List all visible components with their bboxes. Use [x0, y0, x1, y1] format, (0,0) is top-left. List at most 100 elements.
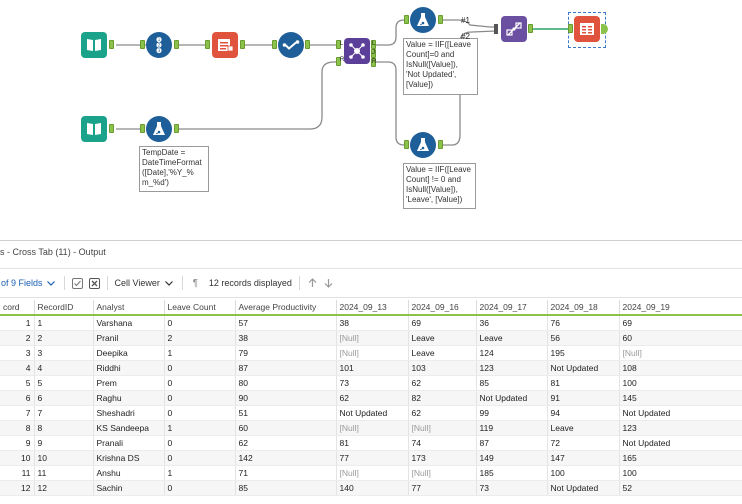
table-cell[interactable]: Raghu: [93, 390, 165, 406]
column-header[interactable]: 2024_09_17: [476, 300, 548, 316]
table-cell[interactable]: 85: [235, 480, 337, 496]
table-cell[interactable]: 108: [619, 360, 742, 376]
table-cell[interactable]: 87: [235, 360, 337, 376]
table-cell[interactable]: 77: [336, 450, 409, 466]
record-number-cell[interactable]: 2: [0, 330, 35, 346]
table-cell[interactable]: Sheshadri: [93, 405, 165, 421]
input-anchor[interactable]: [205, 40, 210, 49]
table-cell[interactable]: 140: [336, 480, 409, 496]
table-cell[interactable]: 1: [34, 315, 94, 331]
table-cell[interactable]: 100: [619, 375, 742, 391]
input-anchor[interactable]: [404, 140, 409, 149]
table-cell[interactable]: 72: [547, 435, 620, 451]
output-anchor[interactable]: [109, 124, 114, 133]
column-header[interactable]: 2024_09_16: [408, 300, 477, 316]
table-row[interactable]: 2 2 Pranil 2 38 [Null] Leave Leave 56 60: [0, 330, 742, 346]
table-cell[interactable]: Prem: [93, 375, 165, 391]
table-cell[interactable]: 124: [476, 345, 548, 361]
output-anchor[interactable]: [528, 24, 533, 33]
table-cell[interactable]: 195: [547, 345, 620, 361]
output-anchor[interactable]: [305, 40, 310, 49]
record-number-cell[interactable]: 11: [0, 465, 35, 481]
checkbox-edit-icon[interactable]: [71, 277, 83, 289]
table-cell[interactable]: [Null]: [619, 345, 742, 361]
table-cell[interactable]: 145: [619, 390, 742, 406]
chevron-down-icon[interactable]: [46, 278, 57, 289]
table-cell[interactable]: 79: [235, 345, 337, 361]
table-cell[interactable]: 94: [547, 405, 620, 421]
table-cell[interactable]: [Null]: [408, 465, 477, 481]
output-anchor[interactable]: [174, 40, 179, 49]
table-cell[interactable]: 62: [336, 390, 409, 406]
table-cell[interactable]: Varshana: [93, 315, 165, 331]
table-cell[interactable]: 69: [619, 315, 742, 331]
table-cell[interactable]: 73: [336, 375, 409, 391]
table-cell[interactable]: 149: [476, 450, 548, 466]
table-cell[interactable]: Leave: [547, 420, 620, 436]
table-cell[interactable]: Anshu: [93, 465, 165, 481]
record-id-tool[interactable]: 1 2 3: [146, 32, 172, 58]
table-cell[interactable]: 100: [619, 465, 742, 481]
table-cell[interactable]: Not Updated: [619, 405, 742, 421]
input-anchor[interactable]: [140, 40, 145, 49]
column-header[interactable]: 2024_09_18: [547, 300, 620, 316]
table-cell[interactable]: 0: [164, 375, 236, 391]
table-cell[interactable]: 0: [164, 435, 236, 451]
table-cell[interactable]: Riddhi: [93, 360, 165, 376]
table-cell[interactable]: 10: [34, 450, 94, 466]
formula-tool-not-updated[interactable]: [410, 7, 436, 33]
table-cell[interactable]: 12: [34, 480, 94, 496]
column-header[interactable]: Analyst: [93, 300, 165, 316]
record-number-cell[interactable]: 6: [0, 390, 35, 406]
column-header[interactable]: 2024_09_19: [619, 300, 742, 316]
input-anchor[interactable]: [404, 15, 409, 24]
input-anchor[interactable]: [140, 124, 145, 133]
table-cell[interactable]: [Null]: [336, 330, 409, 346]
table-cell[interactable]: KS Sandeepa: [93, 420, 165, 436]
table-cell[interactable]: 0: [164, 450, 236, 466]
table-cell[interactable]: 123: [619, 420, 742, 436]
table-cell[interactable]: 62: [408, 405, 477, 421]
record-number-cell[interactable]: 5: [0, 375, 35, 391]
table-cell[interactable]: 80: [235, 375, 337, 391]
cross-tab-tool[interactable]: [501, 16, 527, 42]
table-cell[interactable]: 119: [476, 420, 548, 436]
table-cell[interactable]: 57: [235, 315, 337, 331]
table-cell[interactable]: 52: [619, 480, 742, 496]
table-cell[interactable]: 0: [164, 405, 236, 421]
table-row[interactable]: 4 4 Riddhi 0 87 101 103 123 Not Updated 108: [0, 360, 742, 376]
table-cell[interactable]: 1: [164, 420, 236, 436]
table-row[interactable]: 3 3 Deepika 1 79 [Null] Leave 124 195 [Null]: [0, 345, 742, 361]
table-cell[interactable]: 77: [408, 480, 477, 496]
chevron-down-icon[interactable]: [164, 278, 175, 289]
record-number-cell[interactable]: 4: [0, 360, 35, 376]
table-cell[interactable]: Pranali: [93, 435, 165, 451]
table-cell[interactable]: 165: [619, 450, 742, 466]
table-cell[interactable]: 173: [408, 450, 477, 466]
table-cell[interactable]: 11: [34, 465, 94, 481]
record-number-cell[interactable]: 10: [0, 450, 35, 466]
record-number-cell[interactable]: 7: [0, 405, 35, 421]
table-cell[interactable]: 74: [408, 435, 477, 451]
table-cell[interactable]: Deepika: [93, 345, 165, 361]
record-number-cell[interactable]: 1: [0, 315, 35, 331]
column-header[interactable]: Average Productivity: [235, 300, 337, 316]
table-cell[interactable]: Leave: [408, 345, 477, 361]
results-grid[interactable]: cord RecordID Analyst Leave Count Average Pr…: [0, 300, 742, 504]
table-cell[interactable]: 71: [235, 465, 337, 481]
table-cell[interactable]: 103: [408, 360, 477, 376]
table-row[interactable]: 6 6 Raghu 0 90 62 82 Not Updated 91 145: [0, 390, 742, 406]
table-cell[interactable]: Leave: [476, 330, 548, 346]
table-cell[interactable]: Not Updated: [476, 390, 548, 406]
table-row[interactable]: 7 7 Sheshadri 0 51 Not Updated 62 99 94 Not Updat…: [0, 405, 742, 421]
table-cell[interactable]: Not Updated: [547, 480, 620, 496]
input-data-tool-2[interactable]: [81, 116, 107, 142]
table-cell[interactable]: 99: [476, 405, 548, 421]
formula-tool-leave[interactable]: [410, 132, 436, 158]
table-cell[interactable]: 2: [34, 330, 94, 346]
table-cell[interactable]: Sachin: [93, 480, 165, 496]
input-anchor[interactable]: [568, 24, 573, 33]
table-cell[interactable]: 147: [547, 450, 620, 466]
output-anchor[interactable]: [174, 124, 179, 133]
table-cell[interactable]: 185: [476, 465, 548, 481]
